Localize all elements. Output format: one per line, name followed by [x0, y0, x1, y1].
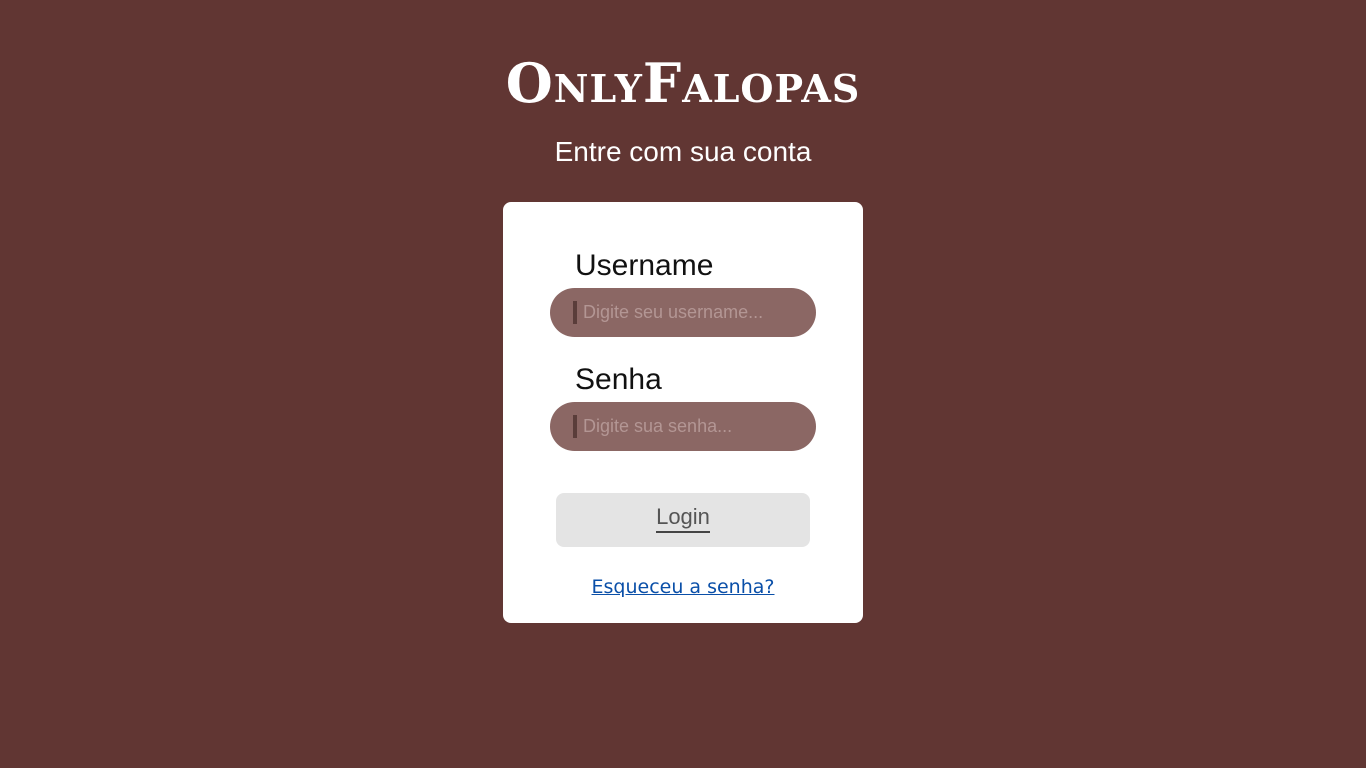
username-label: Username — [575, 249, 714, 282]
forgot-password-container: Esqueceu a senha? — [503, 574, 863, 600]
username-field[interactable] — [550, 288, 816, 337]
page-subtitle: Entre com sua conta — [554, 136, 812, 167]
login-button-label: Login — [656, 503, 710, 533]
password-input[interactable] — [583, 402, 803, 451]
password-field[interactable] — [550, 402, 816, 451]
brand-logo: OnlyFalopas — [505, 51, 861, 115]
text-cursor-icon — [573, 415, 577, 438]
login-card: Username Senha Login Esqueceu a senha? — [503, 202, 863, 623]
password-label: Senha — [575, 363, 662, 396]
username-input[interactable] — [583, 288, 803, 337]
login-button[interactable]: Login — [556, 493, 810, 547]
forgot-password-link[interactable]: Esqueceu a senha? — [592, 576, 775, 598]
text-cursor-icon — [573, 301, 577, 324]
